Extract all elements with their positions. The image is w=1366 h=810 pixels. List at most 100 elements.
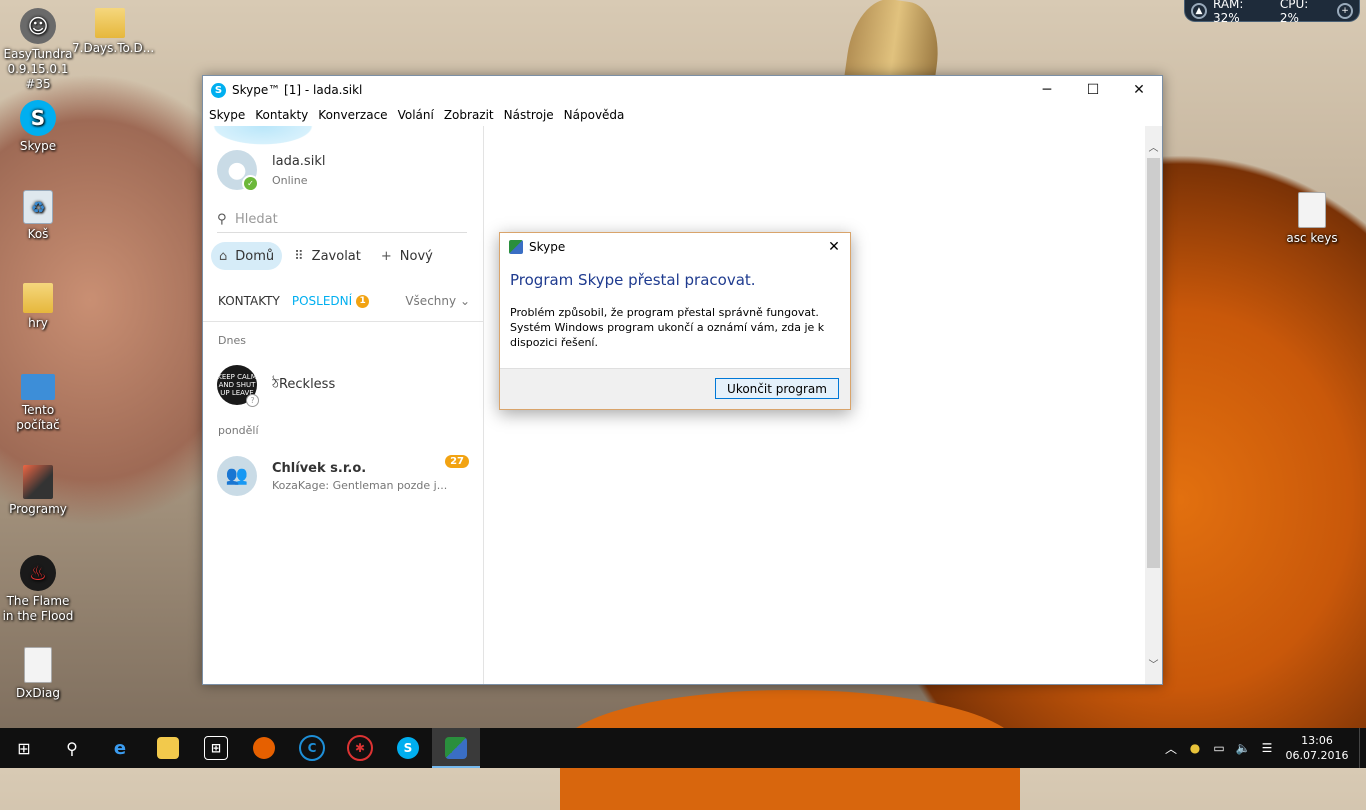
menu-nastroje[interactable]: Nástroje	[504, 108, 554, 122]
maximize-button[interactable]: ☐	[1070, 76, 1116, 104]
clock[interactable]: 13:06 06.07.2016	[1279, 733, 1355, 763]
dialpad-icon: ⠿	[294, 248, 304, 264]
menu-konverzace[interactable]: Konverzace	[318, 108, 387, 122]
windows-icon: ⊞	[17, 738, 31, 758]
recent-badge: 1	[356, 294, 370, 308]
desktop-icon-label: The Flame in the Flood	[2, 594, 74, 623]
home-button[interactable]: ⌂ Domů	[211, 242, 283, 270]
monitor-icon: ▲	[1191, 2, 1207, 19]
search-icon: ⚲	[217, 211, 227, 227]
folder-icon	[95, 8, 125, 38]
dialog-titlebar[interactable]: Skype	[500, 233, 850, 261]
battery-icon[interactable]: ▭	[1207, 741, 1231, 755]
taskbar: ⊞ ⚲ e ⊞ C ✱ S ︿ ● ▭ 🔈 ☰ 13:06 06.07.2016	[0, 728, 1366, 768]
taskbar-explorer[interactable]	[144, 728, 192, 768]
taskbar-edge[interactable]: e	[96, 728, 144, 768]
desktop-icon-label: hry	[28, 316, 48, 330]
tab-contacts[interactable]: KONTAKTY	[218, 294, 280, 308]
divider	[203, 321, 483, 322]
tundra-icon: ☺	[20, 8, 56, 44]
system-tray: ︿ ● ▭ 🔈 ☰ 13:06 06.07.2016	[1159, 728, 1366, 768]
desktop-icon-asc-keys[interactable]: asc keys	[1274, 192, 1350, 246]
chevron-up-icon[interactable]: ︿	[1159, 740, 1183, 757]
desktop-icon-programy[interactable]: Programy	[0, 465, 76, 517]
skype-icon: S	[20, 100, 56, 136]
group-avatar: 👥	[217, 456, 257, 496]
window-titlebar[interactable]: S Skype™ [1] - lada.sikl	[203, 76, 1162, 104]
start-button[interactable]: ⊞	[0, 728, 48, 768]
desktop-icon-flame-in-flood[interactable]: ♨ The Flame in the Flood	[0, 555, 76, 624]
desktop-icon-7days[interactable]: 7.Days.To.D...	[72, 8, 155, 56]
close-program-button[interactable]: Ukončit program	[715, 378, 839, 399]
scrollbar[interactable]: ︿ ﹀	[1145, 126, 1162, 684]
show-desktop-button[interactable]	[1359, 728, 1366, 768]
menu-napoveda[interactable]: Nápověda	[564, 108, 625, 122]
scroll-up-icon[interactable]: ︿	[1145, 138, 1162, 155]
search-button[interactable]: ⚲	[48, 728, 96, 768]
taskbar-firefox[interactable]	[240, 728, 288, 768]
search-input[interactable]: ⚲ Hledat	[217, 206, 467, 233]
avatar[interactable]: ● ✓	[217, 150, 259, 192]
add-icon[interactable]: +	[1337, 2, 1354, 19]
scrollbar-thumb[interactable]	[1147, 158, 1160, 568]
minimize-button[interactable]: ─	[1024, 76, 1070, 104]
system-monitor-widget[interactable]: ▲ RAM: 32% CPU: 2% +	[1184, 0, 1360, 25]
taskbar-ccleaner[interactable]: C	[288, 728, 336, 768]
desktop-icon-label: Programy	[9, 502, 67, 516]
desktop-icon-hry[interactable]: hry	[0, 283, 76, 331]
volume-icon[interactable]: 🔈	[1231, 741, 1255, 755]
desktop-icon-label: asc keys	[1286, 231, 1338, 245]
desktop-icon-label: 7.Days.To.D...	[72, 41, 155, 55]
chevron-down-icon: ⌄	[459, 294, 470, 308]
home-label: Domů	[235, 248, 275, 264]
list-item[interactable]: KEEP CALM AND SHUT UP LEAVE ? ঠReckless	[217, 362, 469, 408]
file-icon	[24, 647, 52, 683]
window-controls: ─ ☐ ✕	[1024, 76, 1162, 104]
contact-tabs: KONTAKTY POSLEDNÍ 1 Všechny ⌄	[218, 284, 470, 318]
menu-skype[interactable]: Skype	[209, 108, 245, 122]
defender-icon[interactable]: ●	[1183, 741, 1207, 755]
close-button[interactable]: ✕	[1116, 76, 1162, 104]
store-icon: ⊞	[204, 736, 228, 760]
error-dialog: Skype ✕ Program Skype přestal pracovat. …	[499, 232, 851, 410]
desktop-icon-this-pc[interactable]: Tento počítač	[0, 374, 76, 433]
desktop-icon-recycle-bin[interactable]: ♻ Koš	[0, 190, 76, 242]
filter-dropdown[interactable]: Všechny ⌄	[405, 294, 470, 308]
taskbar-antivirus[interactable]: ✱	[336, 728, 384, 768]
file-icon	[1298, 192, 1326, 228]
new-button[interactable]: + Nový	[373, 242, 441, 270]
menu-bar: Skype Kontakty Konverzace Volání Zobrazi…	[203, 104, 1162, 126]
notifications-icon[interactable]: ☰	[1255, 741, 1279, 755]
menu-volani[interactable]: Volání	[398, 108, 434, 122]
desktop-icon-skype[interactable]: S Skype	[0, 100, 76, 154]
nav-row: ⌂ Domů ⠿ Zavolat + Nový	[211, 242, 441, 270]
dialog-close-button[interactable]: ✕	[818, 233, 850, 261]
new-label: Nový	[399, 248, 433, 264]
profile-status[interactable]: Online	[272, 174, 325, 187]
recycle-bin-icon: ♻	[23, 190, 53, 224]
scroll-down-icon[interactable]: ﹀	[1145, 655, 1162, 672]
refresh-icon: C	[299, 735, 325, 761]
search-placeholder: Hledat	[235, 211, 278, 227]
ram-usage: RAM: 32%	[1212, 0, 1244, 25]
tab-recent[interactable]: POSLEDNÍ 1	[292, 294, 370, 308]
skype-icon: S	[397, 737, 419, 759]
skype-logo-icon: S	[211, 82, 226, 98]
call-button[interactable]: ⠿ Zavolat	[286, 242, 369, 270]
list-item[interactable]: 👥 Chlívek s.r.o. KozaKage: Gentleman poz…	[217, 453, 469, 499]
window-title: Skype™ [1] - lada.sikl	[232, 83, 363, 97]
desktop-icon-dxdiag[interactable]: DxDiag	[0, 647, 76, 701]
taskbar-skype[interactable]: S	[384, 728, 432, 768]
menu-zobrazit[interactable]: Zobrazit	[444, 108, 494, 122]
taskbar-store[interactable]: ⊞	[192, 728, 240, 768]
group-label-monday: pondělí	[218, 424, 259, 437]
taskbar-error-reporting[interactable]	[432, 728, 480, 768]
shield-icon: ✱	[347, 735, 373, 761]
contact-last-message: KozaKage: Gentleman pozde j...	[272, 478, 448, 492]
profile[interactable]: ● ✓ lada.sikl Online	[217, 150, 325, 192]
desktop-icon-easytundra[interactable]: ☺ EasyTundra 0.9.15.0.1 #35	[0, 8, 76, 92]
folder-icon	[157, 737, 179, 759]
menu-kontakty[interactable]: Kontakty	[255, 108, 308, 122]
unread-badge: 27	[445, 455, 469, 468]
clock-time: 13:06	[1301, 734, 1333, 747]
